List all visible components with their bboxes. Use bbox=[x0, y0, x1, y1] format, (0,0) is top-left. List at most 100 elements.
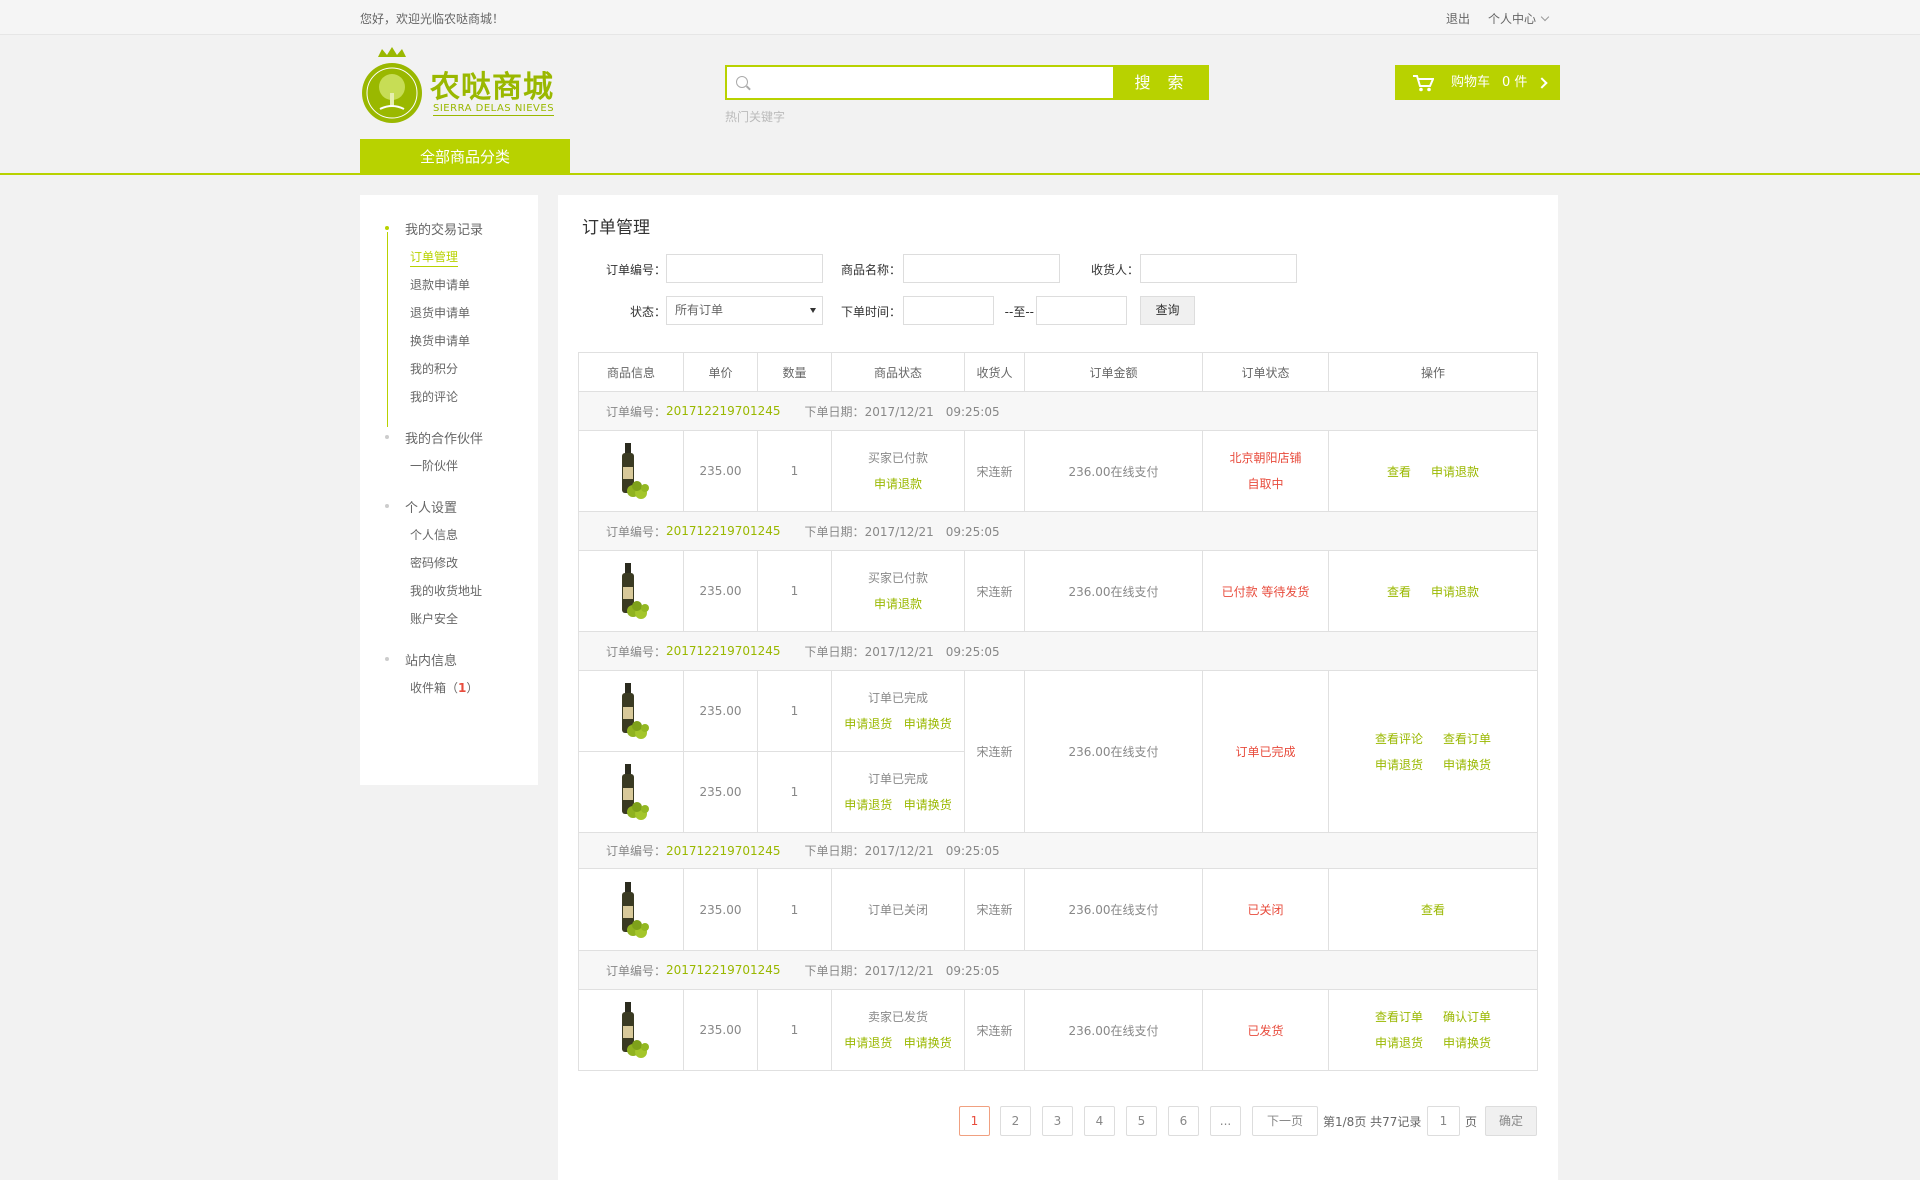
view-link[interactable]: 查看 bbox=[1421, 903, 1445, 917]
order-status: 已关闭 bbox=[1202, 868, 1329, 951]
sidebar-item-address[interactable]: 我的收货地址 bbox=[410, 582, 482, 599]
page-button-2[interactable]: 2 bbox=[1000, 1106, 1031, 1136]
apply-return-link[interactable]: 申请退货 bbox=[1375, 758, 1423, 772]
order-amount: 236.00在线支付 bbox=[1024, 868, 1203, 951]
order-number[interactable]: 201712219701245 bbox=[666, 404, 781, 418]
page-button-1[interactable]: 1 bbox=[959, 1106, 990, 1136]
end-date-input[interactable] bbox=[1036, 296, 1127, 325]
order-no-input[interactable] bbox=[666, 254, 823, 283]
apply-return-link[interactable]: 申请退货 bbox=[844, 1036, 892, 1050]
product-image-cell[interactable] bbox=[578, 430, 684, 512]
receiver: 宋连新 bbox=[964, 670, 1025, 833]
page-button-3[interactable]: 3 bbox=[1042, 1106, 1073, 1136]
view-order-link[interactable]: 查看订单 bbox=[1375, 1010, 1423, 1024]
order-date: 2017/12/21 09:25:05 bbox=[864, 644, 1000, 659]
cart-label: 购物车 bbox=[1451, 75, 1491, 90]
search-icon bbox=[736, 76, 748, 88]
sidebar-item-comments[interactable]: 我的评论 bbox=[410, 388, 458, 405]
item-status: 订单已关闭 bbox=[831, 868, 965, 951]
sidebar-item-password[interactable]: 密码修改 bbox=[410, 554, 458, 571]
apply-refund-link[interactable]: 申请退款 bbox=[1431, 465, 1479, 479]
sidebar-item-return[interactable]: 退货申请单 bbox=[410, 304, 470, 321]
status-select[interactable]: 所有订单 bbox=[666, 296, 823, 325]
order-no-prefix: 订单编号： bbox=[606, 963, 667, 978]
apply-refund-link[interactable]: 申请退款 bbox=[874, 471, 922, 497]
order-date-prefix: 下单日期： bbox=[804, 404, 865, 419]
operations-cell: 查看评论 查看订单 申请退货 申请换货 bbox=[1328, 670, 1538, 833]
apply-return-link[interactable]: 申请退货 bbox=[844, 798, 892, 812]
order-header-row: 订单编号： 201712219701245 下单日期： 2017/12/21 09:… bbox=[578, 950, 1538, 990]
sidebar-item-security[interactable]: 账户安全 bbox=[410, 610, 458, 627]
page-title: 订单管理 bbox=[582, 218, 650, 238]
apply-exchange-link[interactable]: 申请换货 bbox=[904, 717, 952, 731]
item-status-cell: 买家已付款 申请退款 bbox=[831, 430, 965, 512]
receiver: 宋连新 bbox=[964, 868, 1025, 951]
query-button[interactable]: 查询 bbox=[1140, 296, 1195, 325]
page-button-4[interactable]: 4 bbox=[1084, 1106, 1115, 1136]
sidebar-item-refund[interactable]: 退款申请单 bbox=[410, 276, 470, 293]
search-button[interactable]: 搜 索 bbox=[1115, 65, 1209, 100]
view-order-link[interactable]: 查看订单 bbox=[1443, 732, 1491, 746]
order-number[interactable]: 201712219701245 bbox=[666, 524, 781, 538]
site-header: 农哒商城 SIERRA DELAS NIEVES 搜 索 热门关键字 购物车 0… bbox=[0, 35, 1920, 175]
olive-oil-product-image bbox=[622, 563, 649, 619]
confirm-page-button[interactable]: 确定 bbox=[1485, 1106, 1537, 1136]
sidebar-item-points[interactable]: 我的积分 bbox=[410, 360, 458, 377]
page-summary: 第1/8页 共77记录 bbox=[1323, 1115, 1422, 1129]
order-header-row: 订单编号： 201712219701245 下单日期： 2017/12/21 09:… bbox=[578, 391, 1538, 431]
view-link[interactable]: 查看 bbox=[1387, 465, 1411, 479]
cart-button[interactable]: 购物车 0 件 bbox=[1395, 65, 1560, 100]
site-logo[interactable]: 农哒商城 SIERRA DELAS NIEVES bbox=[360, 47, 560, 127]
start-date-input[interactable] bbox=[903, 296, 994, 325]
sidebar-item-inbox[interactable]: 收件箱（1） bbox=[410, 679, 478, 696]
user-center-menu[interactable]: 个人中心 bbox=[1488, 10, 1550, 27]
apply-return-link[interactable]: 申请退货 bbox=[844, 717, 892, 731]
page-number-input[interactable]: 1 bbox=[1427, 1106, 1460, 1136]
apply-exchange-link[interactable]: 申请换货 bbox=[904, 1036, 952, 1050]
item-status: 买家已付款 bbox=[867, 451, 928, 465]
order-status: 已发货 bbox=[1202, 989, 1329, 1071]
olive-oil-product-image bbox=[622, 443, 649, 499]
logout-link[interactable]: 退出 bbox=[1446, 10, 1470, 27]
view-review-link[interactable]: 查看评论 bbox=[1375, 732, 1423, 746]
order-number[interactable]: 201712219701245 bbox=[666, 644, 781, 658]
product-image-cell[interactable] bbox=[578, 550, 684, 632]
confirm-order-link[interactable]: 确认订单 bbox=[1443, 1010, 1491, 1024]
page-button-6[interactable]: 6 bbox=[1168, 1106, 1199, 1136]
apply-exchange-link[interactable]: 申请换货 bbox=[1443, 758, 1491, 772]
sidebar-item-profile[interactable]: 个人信息 bbox=[410, 526, 458, 543]
next-page-button[interactable]: 下一页 bbox=[1252, 1106, 1318, 1136]
order-no-prefix: 订单编号： bbox=[606, 524, 667, 539]
olive-oil-product-image bbox=[622, 683, 649, 739]
apply-refund-link[interactable]: 申请退款 bbox=[1431, 585, 1479, 599]
order-amount: 236.00在线支付 bbox=[1024, 989, 1203, 1071]
search-input[interactable] bbox=[725, 65, 1115, 100]
product-name-input[interactable] bbox=[903, 254, 1060, 283]
sidebar-group-title: 我的交易记录 bbox=[405, 223, 484, 238]
order-status: 订单已完成 bbox=[1202, 670, 1329, 833]
apply-exchange-link[interactable]: 申请换货 bbox=[1443, 1036, 1491, 1050]
apply-refund-link[interactable]: 申请退款 bbox=[874, 591, 922, 617]
column-header: 商品状态 bbox=[831, 352, 965, 392]
page-button-5[interactable]: 5 bbox=[1126, 1106, 1157, 1136]
product-image-cell[interactable] bbox=[578, 868, 684, 951]
product-image-cell[interactable] bbox=[578, 989, 684, 1071]
apply-exchange-link[interactable]: 申请换货 bbox=[904, 798, 952, 812]
view-link[interactable]: 查看 bbox=[1387, 585, 1411, 599]
bullet-icon bbox=[385, 504, 389, 508]
order-number[interactable]: 201712219701245 bbox=[666, 963, 781, 977]
item-status-cell: 订单已完成 申请退货 申请换货 bbox=[831, 751, 965, 833]
product-image-cell[interactable] bbox=[578, 670, 684, 752]
sidebar-item-order-management[interactable]: 订单管理 bbox=[410, 248, 459, 267]
receiver: 宋连新 bbox=[964, 550, 1025, 632]
column-header: 商品信息 bbox=[578, 352, 684, 392]
all-categories-button[interactable]: 全部商品分类 bbox=[360, 139, 570, 175]
sidebar-item-partner[interactable]: 一阶伙伴 bbox=[410, 457, 458, 474]
bullet-icon bbox=[385, 226, 389, 230]
sidebar-item-exchange[interactable]: 换货申请单 bbox=[410, 332, 470, 349]
order-number[interactable]: 201712219701245 bbox=[666, 844, 781, 858]
product-image-cell[interactable] bbox=[578, 751, 684, 833]
receiver-input[interactable] bbox=[1140, 254, 1297, 283]
apply-return-link[interactable]: 申请退货 bbox=[1375, 1036, 1423, 1050]
hot-keywords[interactable]: 热门关键字 bbox=[725, 108, 785, 125]
